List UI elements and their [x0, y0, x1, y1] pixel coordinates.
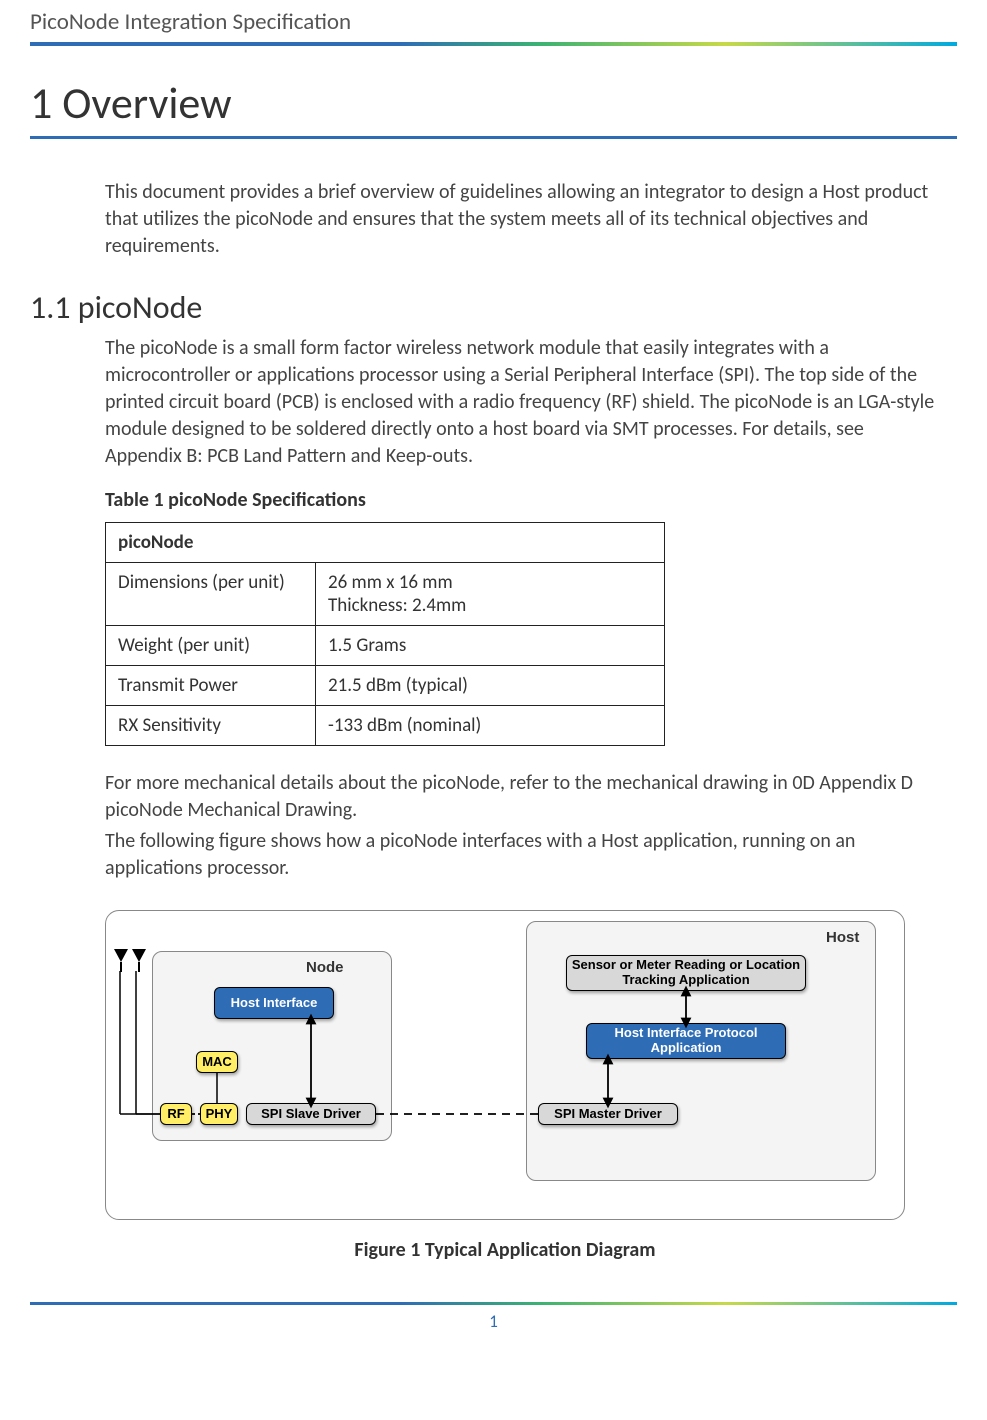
footer-gradient-rule — [30, 1302, 957, 1305]
table-caption: Table 1 picoNode Specifications — [105, 488, 957, 512]
intro-paragraph: This document provides a brief overview … — [105, 179, 937, 260]
section-heading-overview: 1 Overview — [30, 76, 957, 139]
spec-value: -133 dBm (nominal) — [316, 706, 665, 746]
figure-caption: Figure 1 Typical Application Diagram — [105, 1238, 905, 1262]
doc-header-title: PicoNode Integration Specification — [30, 0, 957, 42]
table-row: Dimensions (per unit) 26 mm x 16 mm Thic… — [106, 563, 665, 626]
table-row: RX Sensitivity -133 dBm (nominal) — [106, 706, 665, 746]
table-row: Transmit Power 21.5 dBm (typical) — [106, 666, 665, 706]
subsection-intro-paragraph: The picoNode is a small form factor wire… — [105, 335, 937, 470]
spec-value: 21.5 dBm (typical) — [316, 666, 665, 706]
header-gradient-rule — [30, 42, 957, 46]
table-header: picoNode — [106, 523, 665, 563]
page-number: 1 — [30, 1311, 957, 1332]
spec-label: Dimensions (per unit) — [106, 563, 316, 626]
spec-label: RX Sensitivity — [106, 706, 316, 746]
post-table-paragraph-1: For more mechanical details about the pi… — [105, 770, 937, 824]
post-table-paragraph-2: The following figure shows how a picoNod… — [105, 828, 937, 882]
spec-label: Transmit Power — [106, 666, 316, 706]
spec-label: Weight (per unit) — [106, 626, 316, 666]
spec-table: picoNode Dimensions (per unit) 26 mm x 1… — [105, 522, 665, 746]
connector-lines — [106, 911, 906, 1221]
spec-value: 26 mm x 16 mm Thickness: 2.4mm — [316, 563, 665, 626]
spec-value: 1.5 Grams — [316, 626, 665, 666]
subsection-heading-piconode: 1.1 picoNode — [30, 288, 957, 327]
table-row: Weight (per unit) 1.5 Grams — [106, 626, 665, 666]
figure-1-diagram: Node Host Interface MAC RF PHY SPI Slave… — [105, 910, 905, 1220]
